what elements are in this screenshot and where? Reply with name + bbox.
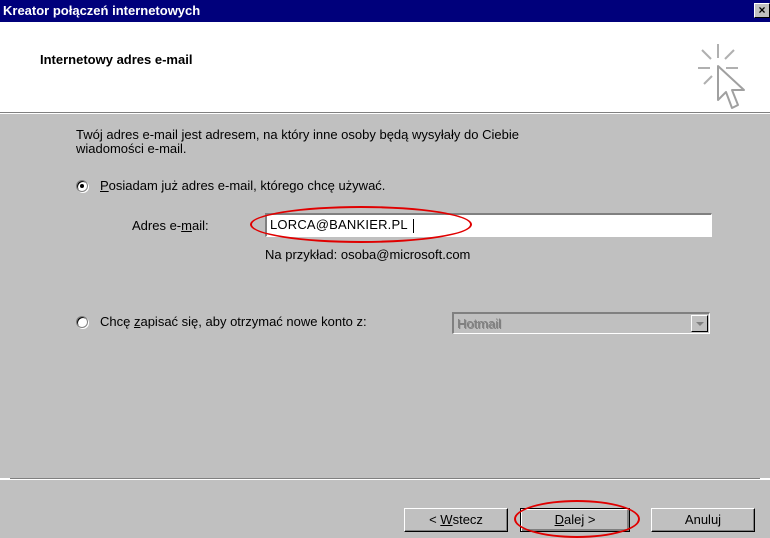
- back-post: stecz: [452, 512, 483, 527]
- title-bar: Kreator połączeń internetowych ×: [0, 0, 770, 22]
- email-label-post: ail:: [191, 218, 209, 233]
- back-accel: W: [440, 512, 453, 527]
- accel-p: P: [100, 178, 109, 193]
- window-title: Kreator połączeń internetowych: [3, 3, 201, 18]
- wizard-header: Internetowy adres e-mail: [0, 22, 770, 112]
- provider-select-value: Hotmail: [457, 316, 502, 331]
- wizard-body: [0, 114, 770, 478]
- wizard-cursor-icon: [698, 44, 745, 109]
- radio-new-account[interactable]: [76, 316, 88, 328]
- chevron-down-icon: [696, 322, 704, 326]
- email-value: LORCA@BANKIER.PL: [270, 217, 408, 232]
- option-existing-label[interactable]: Posiadam już adres e-mail, którego chcę …: [100, 178, 385, 193]
- radio-existing-address[interactable]: [76, 180, 88, 192]
- email-label-pre: Adres e-: [132, 218, 182, 233]
- email-field[interactable]: LORCA@BANKIER.PL: [265, 213, 712, 237]
- option-new-pre: Chcę: [100, 314, 134, 329]
- page-title: Internetowy adres e-mail: [40, 52, 193, 67]
- next-post: alej >: [563, 512, 596, 527]
- option-new-post: apisać się, aby otrzymać nowe konto z:: [140, 314, 367, 329]
- text-caret: [412, 218, 414, 233]
- option-new-label[interactable]: Chcę zapisać się, aby otrzymać nowe kont…: [100, 314, 367, 329]
- next-accel: D: [554, 512, 564, 527]
- intro-line-2: wiadomości e-mail.: [76, 141, 187, 156]
- next-button[interactable]: Dalej >: [520, 508, 630, 532]
- cancel-button[interactable]: Anuluj: [651, 508, 755, 532]
- dropdown-button[interactable]: [691, 315, 708, 332]
- close-button[interactable]: ×: [754, 3, 770, 18]
- back-button[interactable]: < Wstecz: [404, 508, 508, 532]
- close-icon: ×: [758, 3, 766, 17]
- back-pre: <: [429, 512, 441, 527]
- email-field-label: Adres e-mail:: [132, 218, 209, 233]
- email-example: Na przykład: osoba@microsoft.com: [265, 247, 471, 262]
- radio-selected-dot: [80, 184, 84, 188]
- email-label-accel: m: [181, 218, 192, 233]
- option-existing-text: osiadam już adres e-mail, którego chcę u…: [108, 178, 386, 193]
- intro-line-1: Twój adres e-mail jest adresem, na który…: [76, 127, 519, 142]
- provider-select[interactable]: Hotmail: [452, 312, 710, 334]
- intro-text: Twój adres e-mail jest adresem, na który…: [76, 128, 676, 156]
